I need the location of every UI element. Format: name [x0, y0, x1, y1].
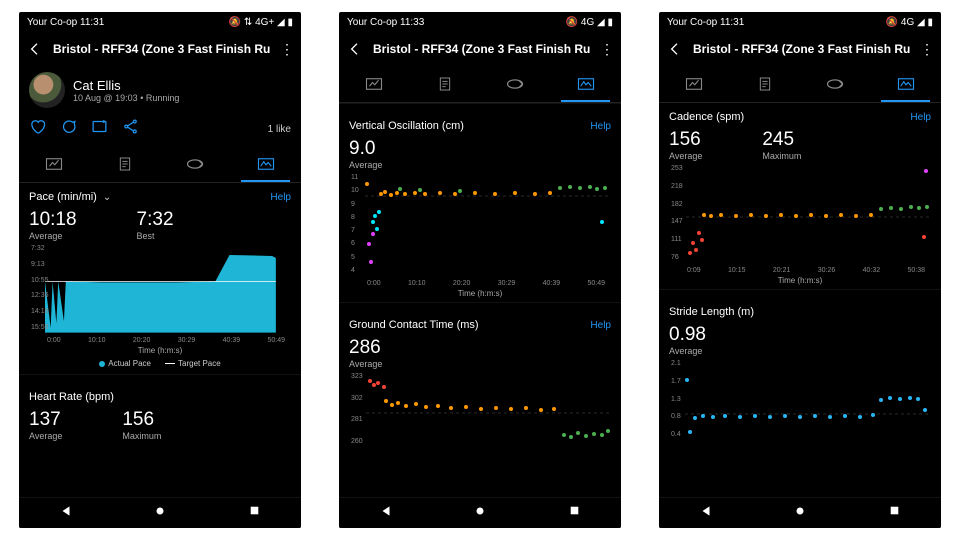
- tab-map[interactable]: [480, 66, 551, 102]
- tab-map[interactable]: [160, 146, 231, 182]
- back-button[interactable]: [345, 41, 365, 57]
- page-title: Bristol - RFF34 (Zone 3 Fast Finish Run): [53, 42, 271, 56]
- gct-chart[interactable]: [365, 373, 611, 449]
- like-button[interactable]: [29, 118, 46, 140]
- more-button[interactable]: ⋮: [279, 41, 295, 58]
- tab-stats[interactable]: [659, 66, 730, 102]
- tab-stats[interactable]: [339, 66, 410, 102]
- profile-name[interactable]: Cat Ellis: [73, 78, 179, 93]
- gct-title: Ground Contact Time (ms): [349, 319, 479, 331]
- tab-laps[interactable]: [410, 66, 481, 102]
- chevron-down-icon[interactable]: ⌄: [103, 192, 111, 203]
- nav-home[interactable]: [793, 504, 807, 523]
- cad-max: 245: [762, 129, 801, 151]
- hr-title: Heart Rate (bpm): [29, 391, 114, 403]
- nav-back[interactable]: [379, 504, 393, 523]
- carrier: Your Co-op: [27, 17, 77, 28]
- tab-map[interactable]: [800, 66, 871, 102]
- pace-avg: 10:18: [29, 209, 77, 231]
- cadence-title: Cadence (spm): [669, 111, 744, 123]
- pace-title: Pace (min/mi): [29, 191, 97, 203]
- nav-back[interactable]: [59, 504, 73, 523]
- photo-button[interactable]: [91, 118, 108, 140]
- like-count[interactable]: 1 like: [268, 124, 291, 135]
- more-button[interactable]: ⋮: [919, 41, 935, 58]
- nav-back[interactable]: [699, 504, 713, 523]
- tab-laps[interactable]: [90, 146, 161, 182]
- back-button[interactable]: [25, 41, 45, 57]
- stride-avg: 0.98: [669, 324, 706, 346]
- avatar[interactable]: [29, 72, 65, 108]
- tab-laps[interactable]: [730, 66, 801, 102]
- pace-chart[interactable]: [45, 245, 291, 335]
- help-link[interactable]: Help: [270, 192, 291, 203]
- tab-stats[interactable]: [19, 146, 90, 182]
- comment-button[interactable]: [60, 118, 77, 140]
- hr-max: 156: [122, 409, 161, 431]
- nav-recent[interactable]: [568, 504, 581, 522]
- nav-home[interactable]: [473, 504, 487, 523]
- cad-avg: 156: [669, 129, 702, 151]
- nav-home[interactable]: [153, 504, 167, 523]
- nav-recent[interactable]: [888, 504, 901, 522]
- pace-best: 7:32: [137, 209, 174, 231]
- share-button[interactable]: [122, 118, 139, 140]
- stride-chart[interactable]: [683, 360, 931, 442]
- nav-recent[interactable]: [248, 504, 261, 522]
- stride-title: Stride Length (m): [669, 306, 754, 318]
- status-icons: 🔕 ⇅ 4G+ ◢ ▮: [228, 17, 293, 28]
- back-button[interactable]: [665, 41, 685, 57]
- more-button[interactable]: ⋮: [599, 41, 615, 58]
- activity-meta: 10 Aug @ 19:03 • Running: [73, 93, 179, 103]
- help-link[interactable]: Help: [590, 320, 611, 331]
- vo-chart[interactable]: [363, 174, 611, 278]
- clock: 11:31: [80, 17, 104, 28]
- tab-charts[interactable]: [551, 66, 622, 102]
- help-link[interactable]: Help: [590, 121, 611, 132]
- help-link[interactable]: Help: [910, 112, 931, 123]
- tab-charts[interactable]: [231, 146, 302, 182]
- vo-title: Vertical Oscillation (cm): [349, 120, 464, 132]
- vo-avg: 9.0: [349, 138, 382, 160]
- gct-avg: 286: [349, 337, 382, 359]
- hr-avg: 137: [29, 409, 62, 431]
- cadence-chart[interactable]: [685, 165, 931, 265]
- tab-charts[interactable]: [871, 66, 942, 102]
